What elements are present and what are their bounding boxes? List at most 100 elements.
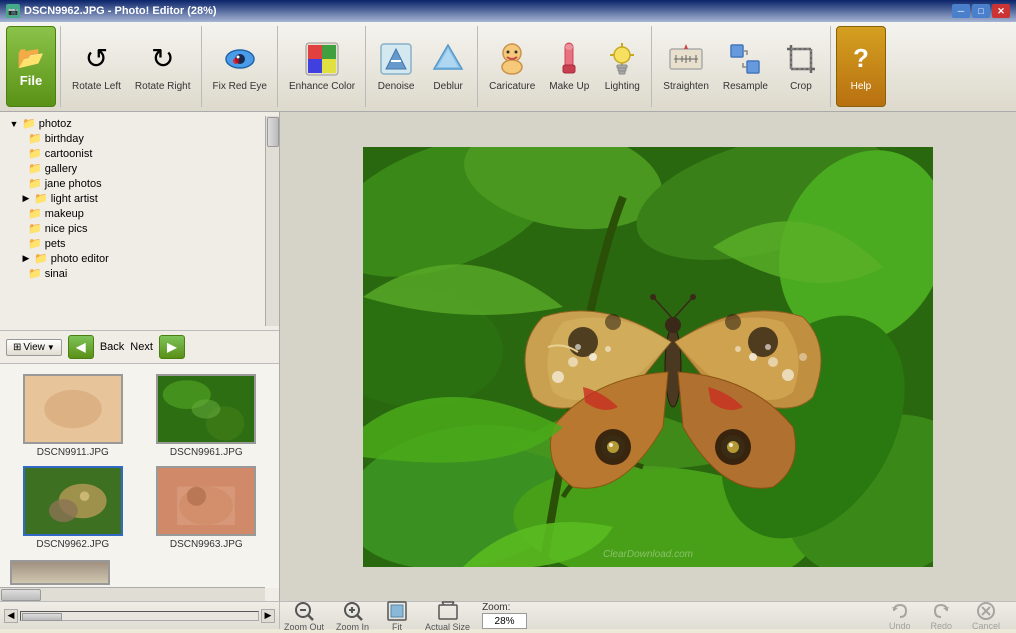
zoom-out-button[interactable]: Zoom Out [280, 599, 328, 633]
file-tree: ▼ 📁 photoz 📁 birthday 📁 cartoonist 📁 [0, 112, 279, 331]
tree-pe-label: photo editor [51, 253, 109, 265]
actual-size-button[interactable]: Actual Size [421, 599, 474, 633]
zoom-field: Zoom: [482, 602, 527, 629]
enhance-group: Enhance Color [279, 26, 366, 107]
expand-icon-artist: ▶ [20, 193, 32, 205]
tree-item-birthday[interactable]: 📁 birthday [0, 131, 263, 146]
tree-item-photoz[interactable]: ▼ 📁 photoz [0, 116, 263, 131]
fix-red-eye-icon [222, 41, 258, 77]
rotate-right-label: Rotate Right [135, 81, 191, 93]
denoise-icon [378, 41, 414, 77]
tree-item-nice-pics[interactable]: 📁 nice pics [0, 221, 263, 236]
zoom-out-icon [293, 600, 315, 622]
next-button[interactable]: ▶ [159, 335, 185, 359]
toolbar: 📂 File ↺ Rotate Left ↻ Rotate Right Fix … [0, 22, 1016, 112]
enhance-color-button[interactable]: Enhance Color [283, 26, 361, 107]
deblur-icon [430, 41, 466, 77]
cancel-icon [976, 601, 996, 621]
scroll-left-btn[interactable]: ◀ [4, 609, 18, 623]
thumb-img-9963 [156, 466, 256, 536]
tree-item-light-artist[interactable]: ▶ 📁 light artist [0, 191, 263, 206]
rotate-left-button[interactable]: ↺ Rotate Left [66, 26, 127, 107]
view-button[interactable]: ⊞ View ▼ [6, 339, 62, 356]
thumbnail-9963[interactable]: DSCN9963.JPG [144, 466, 270, 550]
zoom-out-label: Zoom Out [284, 622, 324, 632]
fit-button[interactable]: Fit [377, 599, 417, 633]
crop-button[interactable]: Crop [776, 26, 826, 107]
caricature-icon [494, 41, 530, 77]
h-scrollbar-track[interactable] [20, 611, 259, 621]
lighting-button[interactable]: Lighting [597, 26, 647, 107]
rotate-group: ↺ Rotate Left ↻ Rotate Right [62, 26, 202, 107]
expand-icon: ▼ [8, 118, 20, 130]
thumb-h-scrollbar[interactable] [0, 587, 265, 601]
close-button[interactable]: ✕ [992, 4, 1010, 18]
maximize-button[interactable]: □ [972, 4, 990, 18]
redo-icon [931, 601, 951, 621]
thumb-nav: ⊞ View ▼ ◀ Back Next ▶ [0, 331, 279, 364]
thumb-img-9911 [23, 374, 123, 444]
app-icon: 📷 [6, 4, 20, 18]
view-icon: ⊞ [13, 342, 21, 353]
rotate-right-button[interactable]: ↻ Rotate Right [129, 26, 197, 107]
tree-gallery-label: gallery [45, 163, 77, 175]
make-up-icon [551, 41, 587, 77]
thumb-9911-label: DSCN9911.JPG [37, 447, 109, 458]
title-controls: ─ □ ✕ [952, 4, 1010, 18]
straighten-button[interactable]: Straighten [657, 26, 715, 107]
thumb-9961-label: DSCN9961.JPG [170, 447, 243, 458]
rotate-right-icon: ↻ [145, 41, 181, 77]
resample-button[interactable]: Resample [717, 26, 774, 107]
tree-scroll-thumb[interactable] [267, 117, 279, 147]
help-button[interactable]: ? Help [836, 26, 886, 107]
denoise-label: Denoise [378, 81, 415, 93]
left-scroll-area: ◀ ▶ [0, 602, 280, 629]
undo-button[interactable]: Undo [883, 600, 917, 632]
redo-button[interactable]: Redo [924, 600, 958, 632]
fix-group: Fix Red Eye [203, 26, 278, 107]
tree-item-photo-editor[interactable]: ▶ 📁 photo editor [0, 251, 263, 266]
zoom-label: Zoom: [482, 602, 510, 613]
make-up-label: Make Up [549, 81, 589, 93]
tree-item-cartoonist[interactable]: 📁 cartoonist [0, 146, 263, 161]
tree-item-jane-photos[interactable]: 📁 jane photos [0, 176, 263, 191]
back-button[interactable]: ◀ [68, 335, 94, 359]
file-button[interactable]: 📂 File [6, 26, 56, 107]
caricature-button[interactable]: Caricature [483, 26, 541, 107]
next-label: Next [130, 341, 153, 353]
zoom-in-label: Zoom In [336, 622, 369, 632]
cancel-button[interactable]: Cancel [966, 600, 1006, 632]
left-panel: ▼ 📁 photoz 📁 birthday 📁 cartoonist 📁 [0, 112, 280, 601]
photo-view: ClearDownload.com [280, 112, 1016, 601]
denoise-button[interactable]: Denoise [371, 26, 421, 107]
thumb-scroll-thumb[interactable] [1, 589, 41, 601]
help-label: Help [851, 81, 872, 93]
tree-item-makeup[interactable]: 📁 makeup [0, 206, 263, 221]
straighten-icon [668, 41, 704, 77]
tree-item-sinai[interactable]: 📁 sinai [0, 266, 263, 281]
deblur-button[interactable]: Deblur [423, 26, 473, 107]
tree-item-pets[interactable]: 📁 pets [0, 236, 263, 251]
minimize-button[interactable]: ─ [952, 4, 970, 18]
thumbnail-9911[interactable]: DSCN9911.JPG [10, 374, 136, 458]
fix-red-eye-button[interactable]: Fix Red Eye [207, 26, 273, 107]
help-icon: ? [843, 41, 879, 77]
zoom-in-button[interactable]: Zoom In [332, 599, 373, 633]
caricature-label: Caricature [489, 81, 535, 93]
thumbnail-9962[interactable]: DSCN9962.JPG [10, 466, 136, 550]
view-label: View [23, 342, 45, 353]
make-up-button[interactable]: Make Up [543, 26, 595, 107]
thumb-img-9962 [23, 466, 123, 536]
tree-scrollbar[interactable] [265, 116, 279, 326]
zoom-input[interactable] [482, 613, 527, 629]
actual-size-label: Actual Size [425, 622, 470, 632]
resample-icon [727, 41, 763, 77]
tree-item-gallery[interactable]: 📁 gallery [0, 161, 263, 176]
scroll-right-btn[interactable]: ▶ [261, 609, 275, 623]
thumbnail-partial[interactable] [10, 560, 110, 585]
zoom-in-icon [342, 600, 364, 622]
effects-group: Caricature Make Up [479, 26, 652, 107]
rotate-left-label: Rotate Left [72, 81, 121, 93]
h-scrollbar-thumb[interactable] [22, 613, 62, 621]
thumbnail-9961[interactable]: DSCN9961.JPG [144, 374, 270, 458]
